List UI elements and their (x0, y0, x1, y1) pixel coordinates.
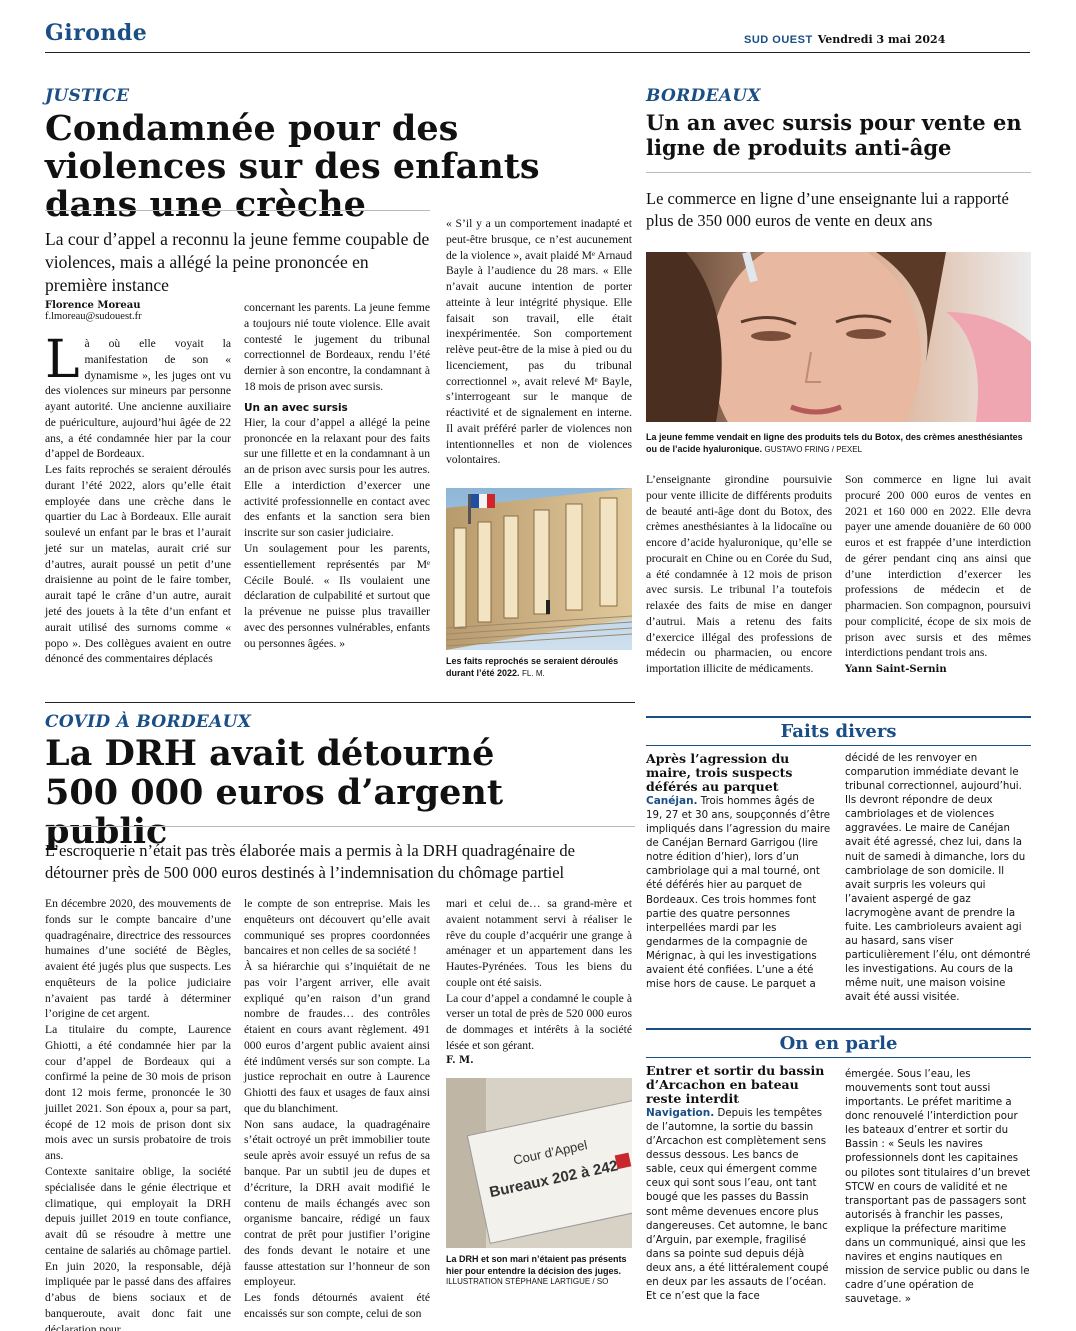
article1-para4: Hier, la cour d’appel a allégé la peine … (244, 415, 430, 540)
on-en-parle-lead: Navigation. (646, 1107, 715, 1119)
sign-photo: Cour d’Appel Bureaux 202 à 242 (446, 1078, 632, 1248)
faits-divers-text1: Trois hommes âgés de 19, 27 et 30 ans, s… (646, 796, 831, 991)
article2-col1: L’enseignante girondine poursuivie pour … (646, 472, 832, 677)
on-en-parle-text1: Depuis les tempêtes de l’automne, la sor… (646, 1108, 829, 1303)
courthouse-image (446, 488, 632, 650)
article3-para8: mari et celui de… sa grand-mère et avaie… (446, 897, 632, 989)
article3-headline: La DRH avait détourné 500 000 euros d’ar… (45, 733, 504, 853)
faits-divers-header: Faits divers (646, 716, 1031, 746)
article3-para3: Contexte sanitaire oblige, la société sp… (45, 1165, 231, 1331)
article3-para2: La titulaire du compte, Laurence Ghiotti… (45, 1023, 231, 1163)
issue-date: Vendredi 3 mai 2024 (817, 33, 946, 46)
faits-divers-col2: décidé de les renvoyer en comparution im… (845, 753, 1031, 1004)
article3-para1: En décembre 2020, des mouvements de fond… (45, 897, 231, 1021)
article2-para1: L’enseignante girondine poursuivie pour … (646, 473, 832, 676)
courthouse-photo (446, 488, 632, 650)
article2-para2: Son commerce en ligne lui avait procuré … (845, 473, 1031, 660)
on-en-parle-title: Entrer et sortir du bassin d’Arcachon en… (646, 1063, 825, 1106)
faits-divers-col1: Après l’agression du maire, trois suspec… (646, 752, 832, 992)
botox-image (646, 252, 1031, 422)
article3-para6: Non sans audace, la quadragénaire s’étai… (244, 1117, 430, 1289)
on-en-parle-col1: Entrer et sortir du bassin d’Arcachon en… (646, 1064, 832, 1304)
article1-rule (45, 210, 430, 211)
woman-photo (646, 252, 1031, 422)
article3-para9: La cour d’appel a condamné le couple à v… (446, 991, 632, 1052)
article2-chapo: Le commerce en ligne d’une enseignante l… (646, 189, 1009, 230)
article1-para5: Un soulagement pour les parents, essenti… (244, 541, 430, 650)
article2-rubric: BORDEAUX (646, 86, 761, 106)
article3-col3: mari et celui de… sa grand-mère et avaie… (446, 896, 632, 1067)
court-sign-image: Cour d’Appel Bureaux 202 à 242 (446, 1078, 632, 1248)
article3-col2: le compte de son entreprise. Mais les en… (244, 896, 430, 1322)
article3-rule (45, 826, 635, 827)
article1-para3: concernant les parents. La jeune femme a… (244, 301, 430, 393)
article3-para5: À sa hiérarchie qui s’inquiétait de ne p… (244, 960, 430, 1115)
article1-para6: « S’il y a un comportement inadapté et p… (446, 217, 632, 467)
courthouse-caption: Les faits reprochés se seraient déroulés… (446, 656, 619, 678)
article1-headline: Condamnée pour des violences sur des enf… (45, 108, 540, 225)
masthead: SUD OUEST Vendredi 3 mai 2024 (744, 28, 945, 47)
on-en-parle-col2: émergée. Sous l’eau, les mouvements sont… (845, 1069, 1031, 1306)
middle-rule (45, 702, 635, 703)
article1-email: f.lmoreau@sudouest.fr (45, 311, 142, 322)
sign-caption: La DRH et son mari n’étaient pas présent… (446, 1254, 627, 1287)
article1-chapo: La cour d’appel a reconnu la jeune femme… (45, 229, 430, 296)
faits-divers-title: Après l’agression du maire, trois suspec… (646, 751, 793, 794)
section-title: Gironde (45, 20, 148, 46)
article2-rule (646, 172, 1031, 173)
article2-headline: Un an avec sursis pour vente en ligne de… (646, 110, 1022, 161)
article1-author: Florence Moreau (45, 300, 141, 311)
article1-para2: Les faits reprochés se seraient déroulés… (45, 463, 231, 666)
article2-col2: Son commerce en ligne lui avait procuré … (845, 472, 1031, 677)
article1-col3: « S’il y a un comportement inadapté et p… (446, 216, 632, 468)
article3-para7: Les fonds détournés avaient été encaissé… (244, 1291, 430, 1320)
article1-subhead: Un an avec sursis (244, 401, 348, 414)
article3-para4: le compte de son entreprise. Mais les en… (244, 897, 430, 958)
on-en-parle-header: On en parle (646, 1028, 1031, 1058)
dropcap: L (45, 330, 80, 390)
article3-col1: En décembre 2020, des mouvements de fond… (45, 896, 231, 1331)
article3-rubric: COVID À BORDEAUX (45, 712, 252, 732)
article1-col1: Florence Moreau f.lmoreau@sudouest.fr L … (45, 300, 231, 667)
article1-col2: concernant les parents. La jeune femme a… (244, 300, 430, 651)
brand-logo: SUD OUEST (744, 34, 813, 46)
woman-caption: La jeune femme vendait en ligne des prod… (646, 432, 1023, 454)
faits-divers-lead: Canéjan. (646, 795, 698, 807)
header-rule (45, 52, 1030, 53)
article2-author: Yann Saint-Sernin (845, 664, 947, 676)
article3-chapo: L’escroquerie n’était pas très élaborée … (45, 841, 575, 882)
article1-rubric: JUSTICE (45, 86, 130, 106)
article3-author: F. M. (446, 1054, 474, 1066)
